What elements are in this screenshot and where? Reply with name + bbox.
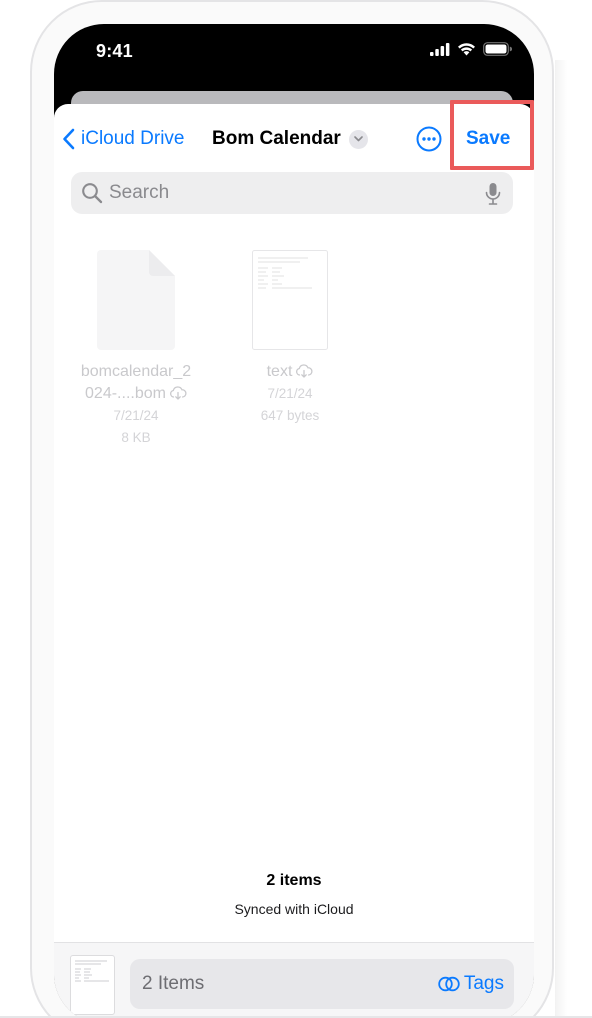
folder-title-menu[interactable]: Bom Calendar bbox=[212, 124, 368, 154]
file-size: 8 KB bbox=[121, 430, 151, 445]
bottom-toolbar: 2 Items Tags bbox=[54, 942, 534, 1018]
search-icon bbox=[82, 183, 103, 204]
sync-status: Synced with iCloud bbox=[234, 901, 354, 917]
cloud-download-icon bbox=[170, 386, 187, 400]
file-date: 7/21/24 bbox=[113, 408, 159, 423]
search-bar[interactable] bbox=[71, 172, 513, 214]
file-size: 647 bytes bbox=[260, 408, 320, 423]
file-item[interactable]: text 7/21/24 647 bytes bbox=[240, 250, 340, 427]
back-button[interactable]: iCloud Drive bbox=[62, 124, 184, 154]
tags-button[interactable]: Tags bbox=[438, 973, 504, 995]
cellular-signal-icon bbox=[430, 42, 450, 56]
back-button-label: iCloud Drive bbox=[81, 128, 185, 149]
status-time: 9:41 bbox=[96, 41, 133, 61]
chevron-down-icon bbox=[348, 129, 368, 149]
search-input[interactable] bbox=[109, 182, 469, 204]
phone-shadow bbox=[555, 60, 567, 1018]
tags-button-label: Tags bbox=[463, 973, 504, 994]
cloud-download-icon bbox=[296, 364, 313, 378]
chevron-left-icon bbox=[63, 128, 75, 150]
wifi-icon bbox=[458, 43, 475, 56]
phone-screen: 9:41 iCloud Drive Bom Calendar Save Sear… bbox=[54, 24, 534, 1018]
save-button[interactable]: Save bbox=[466, 124, 510, 154]
tags-icon bbox=[438, 976, 460, 992]
battery-icon bbox=[483, 42, 512, 56]
more-options-icon[interactable] bbox=[416, 126, 442, 152]
items-field[interactable]: 2 Items Tags bbox=[130, 959, 514, 1009]
screen: 9:41 iCloud Drive Bom Calendar Save Sear… bbox=[0, 0, 592, 1018]
nav-bar: iCloud Drive Bom Calendar Save bbox=[54, 100, 534, 174]
status-icons bbox=[430, 42, 512, 56]
document-icon bbox=[97, 250, 175, 350]
save-sheet: iCloud Drive Bom Calendar Save Search bo… bbox=[54, 100, 534, 1018]
file-name-line2: 024-....bom bbox=[70, 383, 202, 405]
item-count: 2 items bbox=[266, 872, 322, 889]
file-name: text bbox=[240, 361, 340, 383]
items-field-label: 2 Items bbox=[142, 973, 205, 994]
document-thumbnail bbox=[70, 955, 115, 1015]
file-date: 7/21/24 bbox=[267, 386, 313, 401]
file-item[interactable]: bomcalendar_2 024-....bom 7/21/24 8 KB bbox=[70, 250, 202, 449]
file-name: bomcalendar_2 bbox=[80, 363, 192, 380]
folder-title: Bom Calendar bbox=[212, 128, 341, 149]
text-file-thumbnail bbox=[252, 250, 328, 350]
microphone-icon[interactable] bbox=[485, 182, 501, 206]
